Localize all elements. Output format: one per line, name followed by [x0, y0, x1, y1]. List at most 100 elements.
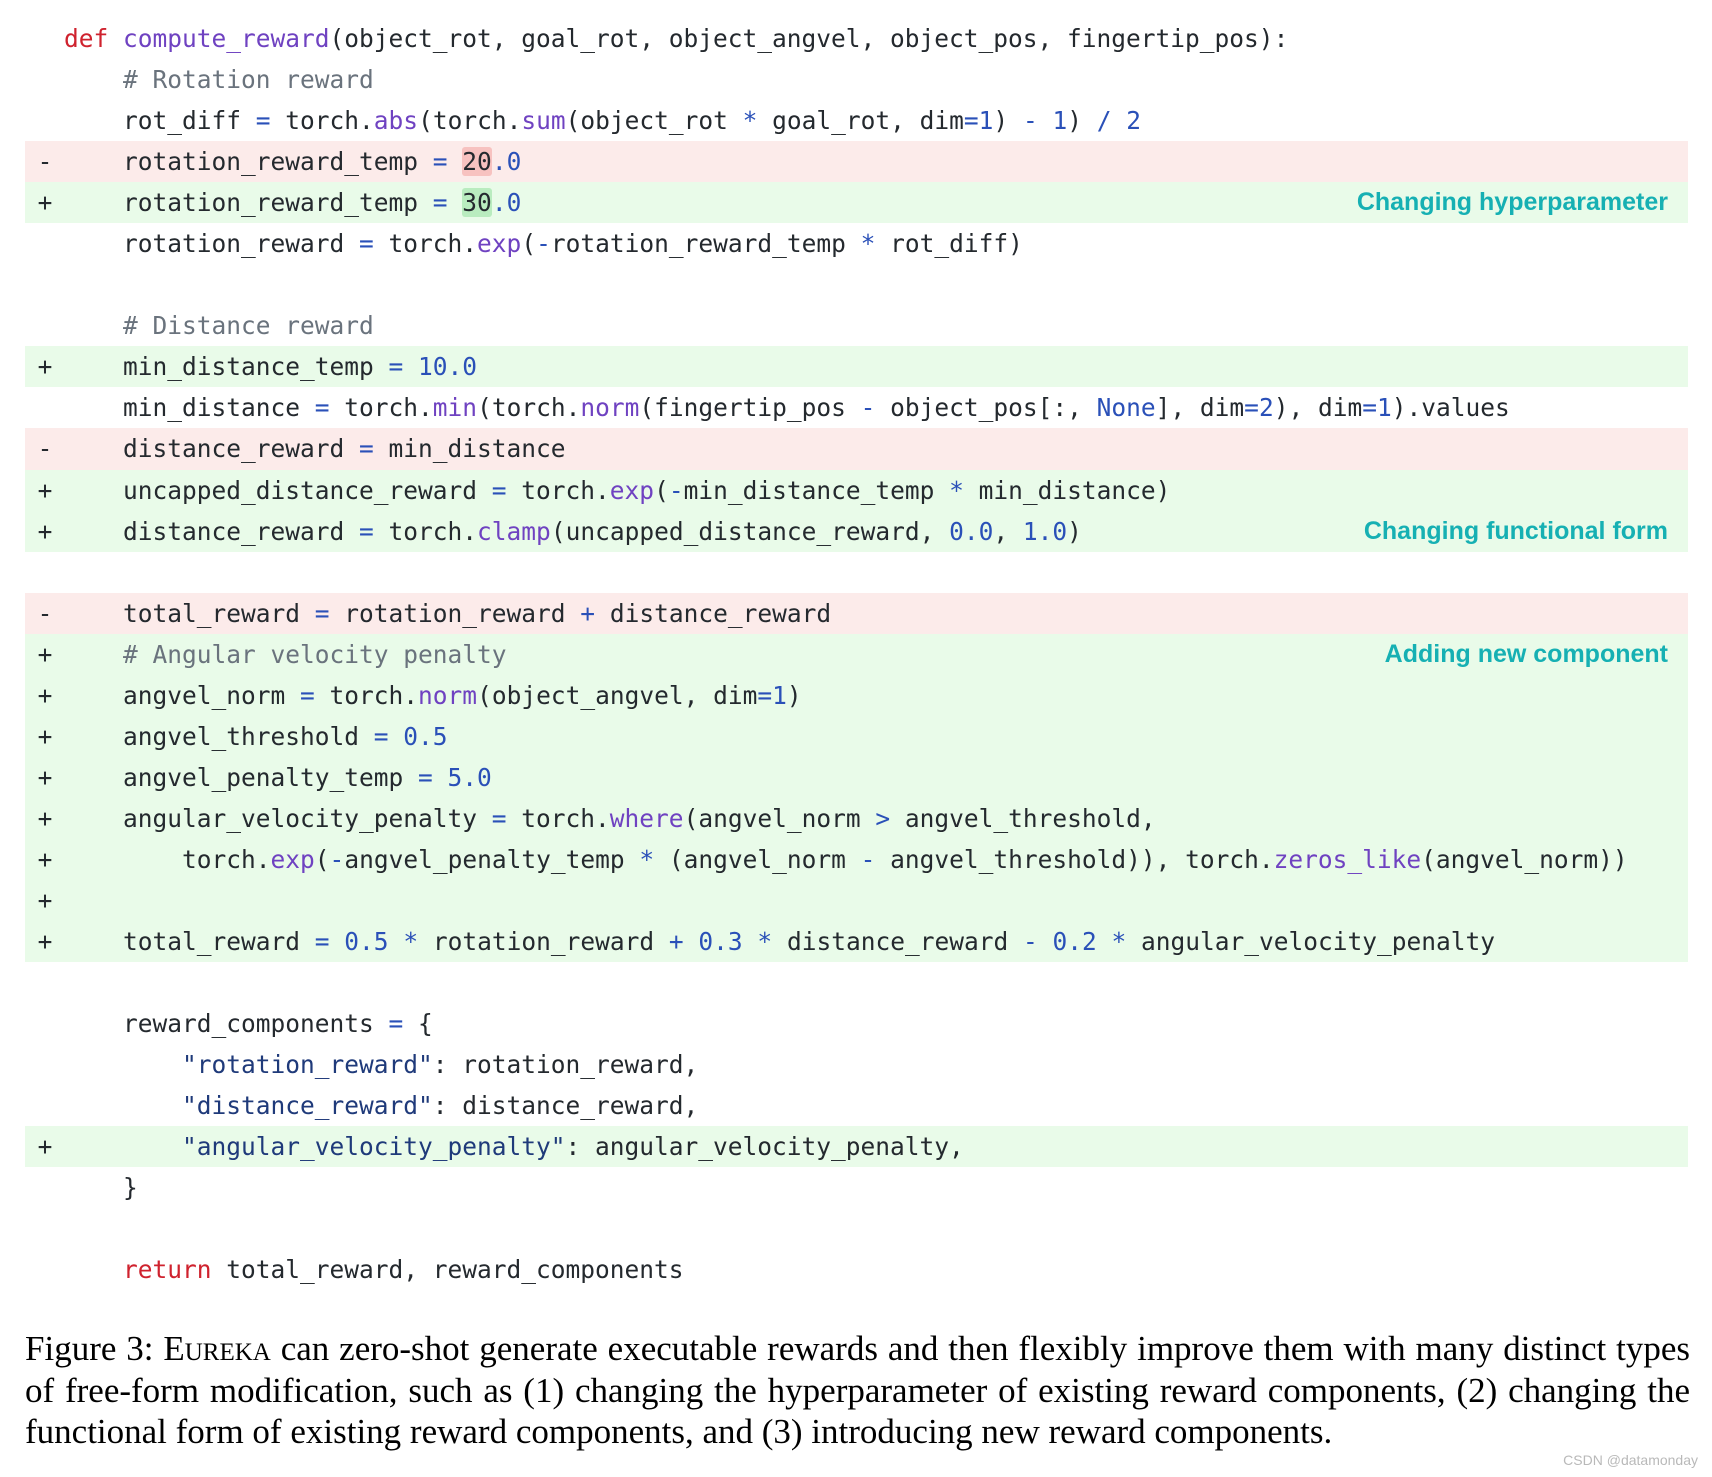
code-token: exp	[270, 844, 315, 874]
code-token: =	[1244, 393, 1259, 423]
diff-marker: -	[37, 598, 53, 628]
change-annotation: Changing hyperparameter	[1356, 188, 1668, 217]
code-line: }	[25, 1167, 1688, 1208]
code-line: rotation_reward = torch.exp(-rotation_re…	[25, 223, 1688, 264]
code-token: angvel_threshold)), torch.	[875, 844, 1274, 874]
code-diff: def compute_reward(object_rot, goal_rot,…	[25, 18, 1688, 1290]
code-token: =	[491, 803, 507, 833]
code-token: angvel_threshold	[64, 721, 374, 751]
code-text: rotation_reward_temp = 20.0	[64, 141, 521, 182]
code-token: (	[314, 844, 330, 874]
code-line: "distance_reward": distance_reward,	[25, 1085, 1688, 1126]
diff-marker: +	[37, 762, 53, 792]
code-token: uncapped_distance_reward	[64, 475, 492, 505]
code-token: min_distance_temp	[683, 475, 950, 505]
caption-text: can zero-shot generate executable reward…	[25, 1329, 1690, 1451]
code-token: 0.5	[344, 927, 389, 957]
code-token: angular_velocity_penalty	[64, 803, 492, 833]
code-token: where	[609, 803, 684, 833]
added-line: + distance_reward = torch.clamp(uncapped…	[25, 510, 1688, 552]
code-token: exp	[609, 475, 655, 505]
removed-line: - total_reward = rotation_reward + dista…	[25, 592, 1688, 634]
code-text: return total_reward, reward_components	[64, 1249, 684, 1290]
diff-marker: +	[37, 188, 53, 218]
diff-marker: +	[37, 639, 53, 669]
code-text: min_distance_temp = 10.0	[64, 346, 477, 387]
code-text: total_reward = 0.5 * rotation_reward + 0…	[64, 921, 1495, 962]
code-token: (object_rot, goal_rot, object_angvel, ob…	[329, 24, 1289, 53]
code-text: # Angular velocity penalty	[64, 634, 507, 675]
code-token: =	[1362, 393, 1377, 423]
code-token: ], dim	[1155, 393, 1245, 423]
code-line: "rotation_reward": rotation_reward,	[25, 1044, 1688, 1085]
code-token: return	[123, 1255, 212, 1285]
code-token: *	[742, 106, 758, 136]
code-token: None	[1096, 393, 1156, 423]
code-token: object_pos[:,	[875, 393, 1097, 423]
code-token: min_distance_temp	[64, 352, 389, 382]
code-text: angvel_norm = torch.norm(object_angvel, …	[64, 675, 802, 716]
diff-marker: +	[37, 721, 53, 751]
code-token: =	[314, 598, 330, 628]
code-token: )	[1067, 106, 1097, 136]
code-token: angvel_penalty_temp	[344, 844, 640, 874]
code-token: ), dim	[1273, 393, 1363, 423]
code-token: )	[1067, 516, 1082, 546]
code-token: =	[255, 106, 271, 136]
code-text: rotation_reward = torch.exp(-rotation_re…	[64, 223, 1023, 264]
code-token: torch.	[506, 803, 610, 833]
code-line: rot_diff = torch.abs(torch.sum(object_ro…	[25, 100, 1688, 141]
code-token: torch.	[314, 680, 419, 710]
code-token: distance_reward	[64, 516, 360, 546]
code-token: total_reward, reward_components	[211, 1255, 684, 1285]
code-token: "rotation_reward"	[182, 1050, 433, 1080]
code-text: angular_velocity_penalty = torch.where(a…	[64, 798, 1156, 839]
code-token: rotation_reward	[64, 229, 360, 259]
code-token: *	[757, 927, 773, 957]
code-token: (object_angvel, dim	[477, 680, 758, 710]
code-token: distance_reward	[64, 434, 360, 464]
code-token: +	[668, 927, 684, 957]
added-line: + min_distance_temp = 10.0	[25, 346, 1688, 388]
code-token: norm	[580, 393, 640, 423]
code-token: =	[432, 188, 448, 218]
code-token: sum	[521, 106, 566, 136]
code-text: reward_components = {	[64, 1003, 433, 1044]
change-annotation: Adding new component	[1384, 639, 1668, 668]
code-token: =	[314, 393, 330, 423]
code-token: exp	[477, 229, 522, 259]
code-token: =	[963, 106, 979, 136]
removed-line: - rotation_reward_temp = 20.0	[25, 141, 1688, 183]
code-text: total_reward = rotation_reward + distanc…	[64, 593, 831, 634]
code-line: reward_components = {	[25, 1003, 1688, 1044]
code-token: +	[580, 598, 596, 628]
code-token: def	[64, 24, 109, 53]
code-token: -	[536, 229, 551, 259]
added-line: + # Angular velocity penalty Adding new c…	[25, 633, 1688, 675]
code-token: *	[1111, 927, 1127, 957]
code-token: {	[403, 1009, 433, 1039]
code-token: min_distance	[64, 393, 315, 423]
code-token: >	[875, 803, 891, 833]
code-token: 0.3	[698, 927, 743, 957]
code-token: -	[860, 393, 876, 423]
change-annotation: Changing functional form	[1363, 516, 1668, 545]
diff-marker: +	[37, 352, 53, 382]
code-token: goal_rot, dim	[757, 106, 964, 136]
diff-marker: +	[37, 927, 53, 957]
code-token: -	[668, 475, 684, 505]
code-text: distance_reward = min_distance	[64, 428, 566, 469]
code-token: =	[373, 721, 389, 751]
code-text: # Distance reward	[64, 305, 374, 346]
code-line: # Distance reward	[25, 305, 1688, 346]
code-line: min_distance = torch.min(torch.norm(fing…	[25, 387, 1688, 428]
